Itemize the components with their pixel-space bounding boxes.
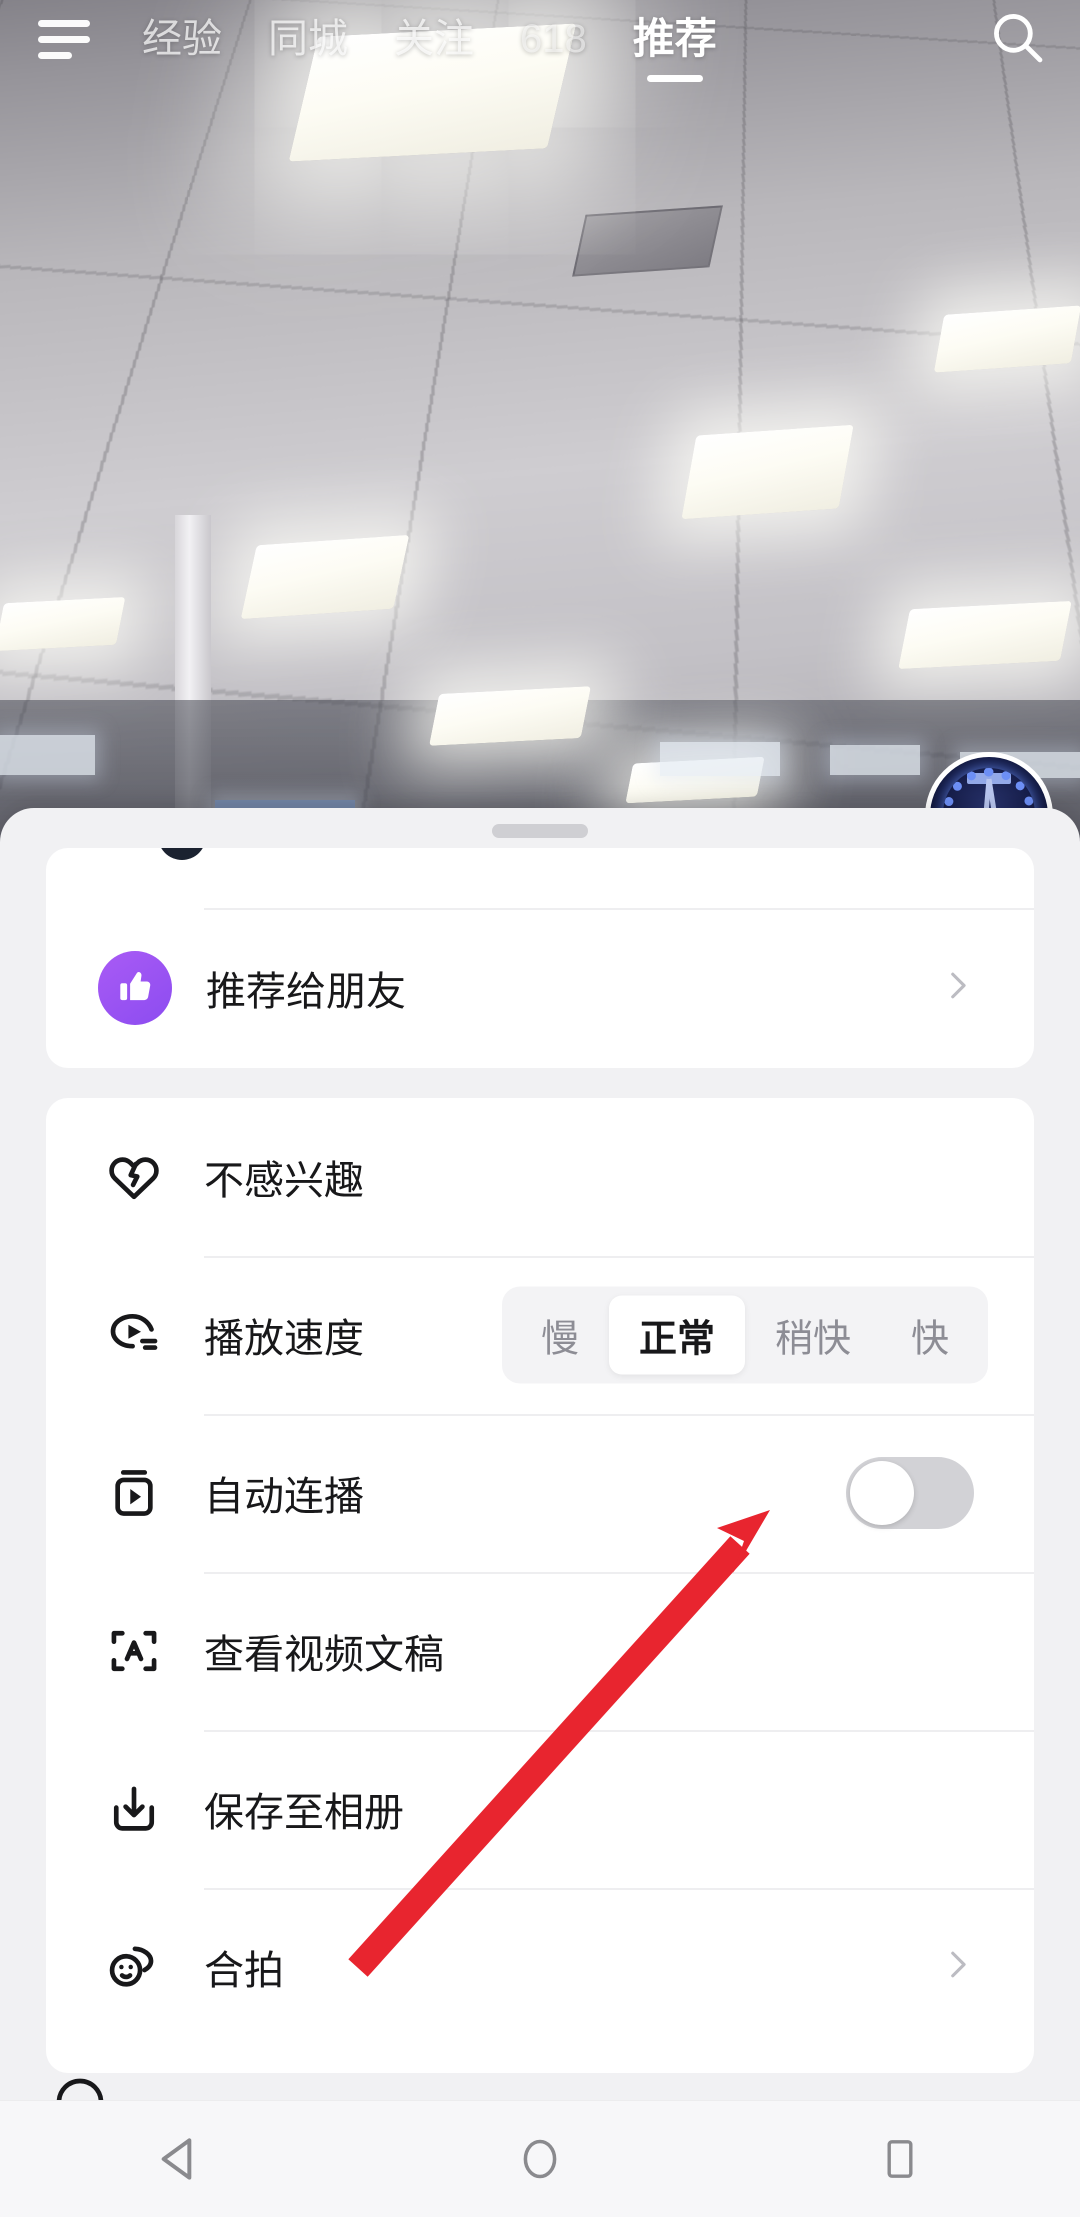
row-save-to-album[interactable]: 保存至相册	[46, 1730, 1034, 1888]
recents-square-icon[interactable]	[810, 2135, 990, 2183]
row-label: 查看视频文稿	[204, 1633, 444, 1677]
hamburger-icon[interactable]	[38, 19, 100, 59]
window-light	[830, 745, 920, 775]
nav-tab-list: 经验 同城 关注 618 推荐	[142, 15, 970, 82]
window-light	[0, 735, 95, 775]
ceiling-light	[898, 600, 1072, 670]
speed-option-fast[interactable]: 快	[881, 1296, 979, 1375]
duet-icon	[98, 1931, 170, 2003]
broken-heart-icon	[98, 1141, 170, 1213]
ceiling-vent	[572, 205, 723, 277]
nav-tab-label: 关注	[394, 17, 474, 61]
row-view-transcript[interactable]: 查看视频文稿	[46, 1572, 1034, 1730]
options-card: 不感兴趣 播放速度 慢 正常 稍快 快 自动连播 查看视频文稿 保存至相册 合拍	[0, 1098, 1080, 2100]
toggle-knob	[850, 1461, 914, 1525]
drag-handle[interactable]	[492, 824, 588, 838]
video-options-bottom-sheet: 推荐给朋友 不感兴趣 播放速度 慢 正常 稍快 快 自动连播 查看视频文稿 保存…	[0, 808, 1080, 2100]
row-separator	[204, 1730, 1034, 1732]
save-download-icon	[98, 1773, 170, 1845]
ceiling-light	[933, 305, 1080, 373]
window-light	[660, 742, 780, 776]
row-separator	[204, 1572, 1034, 1574]
scan-text-icon	[98, 1615, 170, 1687]
nav-tab-label: 经验	[142, 17, 222, 61]
chevron-right-icon	[940, 1948, 974, 1987]
ceiling-light	[429, 686, 591, 746]
share-card: 推荐给朋友	[46, 848, 1034, 1068]
clipped-row-icon	[158, 848, 206, 860]
row-autoplay[interactable]: 自动连播	[46, 1414, 1034, 1572]
row-playback-speed[interactable]: 播放速度 慢 正常 稍快 快	[46, 1256, 1034, 1414]
top-navigation-bar: 经验 同城 关注 618 推荐	[0, 0, 1080, 82]
row-duet[interactable]: 合拍	[46, 1888, 1034, 2046]
row-separator	[204, 1414, 1034, 1416]
ceiling-light	[240, 534, 410, 620]
row-label: 推荐给朋友	[206, 970, 406, 1014]
nav-tab-618[interactable]: 618	[520, 19, 587, 59]
nav-tab-tuijian[interactable]: 推荐	[632, 15, 717, 82]
autoplay-toggle[interactable]	[846, 1457, 974, 1529]
row-label: 保存至相册	[204, 1791, 404, 1835]
autoplay-icon	[98, 1457, 170, 1529]
nav-tab-guanzhu[interactable]: 关注	[394, 19, 474, 59]
ceiling-light	[0, 596, 126, 652]
playback-speed-segmented-control: 慢 正常 稍快 快	[501, 1286, 988, 1384]
nav-tab-label: 618	[520, 17, 587, 61]
row-label: 不感兴趣	[204, 1159, 364, 1203]
speed-option-slow[interactable]: 慢	[511, 1296, 609, 1375]
row-partially-visible[interactable]: ​	[0, 2048, 1080, 2100]
row-label: 自动连播	[204, 1475, 364, 1519]
row-separator	[204, 1256, 1034, 1258]
play-speed-icon	[98, 1299, 170, 1371]
nav-tab-label: 同城	[268, 17, 348, 61]
speed-option-slightly-fast[interactable]: 稍快	[745, 1296, 881, 1375]
android-navigation-bar	[0, 2100, 1080, 2217]
nav-tab-tongcheng[interactable]: 同城	[268, 19, 348, 59]
home-circle-icon[interactable]	[450, 2134, 630, 2184]
nav-tab-active-underline	[646, 75, 703, 82]
speed-option-normal[interactable]: 正常	[608, 1295, 745, 1375]
row-label: 播放速度	[204, 1317, 364, 1361]
row-not-interested[interactable]: 不感兴趣	[46, 1098, 1034, 1256]
row-recommend-to-friend[interactable]: 推荐给朋友	[46, 908, 1034, 1068]
ceiling-light	[681, 424, 854, 520]
nav-tab-jingyan[interactable]: 经验	[142, 19, 222, 59]
back-triangle-icon[interactable]	[90, 2131, 270, 2187]
search-icon[interactable]	[988, 8, 1046, 71]
chevron-right-icon	[940, 969, 974, 1008]
row-label: 合拍	[204, 1949, 284, 1993]
thumbs-up-icon	[98, 951, 172, 1025]
nav-tab-label: 推荐	[632, 15, 717, 62]
row-separator	[204, 1888, 1034, 1890]
